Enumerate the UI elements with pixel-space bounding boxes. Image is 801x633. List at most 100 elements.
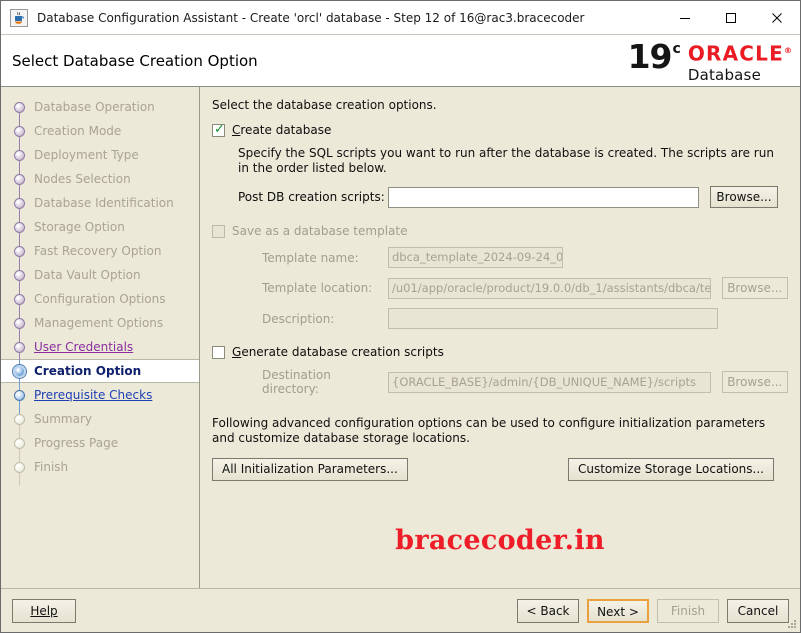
sidebar-item-progress-page[interactable]: Progress Page — [1, 431, 199, 455]
generate-scripts-label: Generate database creation scripts — [232, 345, 444, 359]
help-button-label: Help — [30, 603, 58, 618]
sidebar-item-label: Fast Recovery Option — [34, 244, 162, 258]
create-database-label-text: reate database — [240, 123, 332, 137]
minimize-icon[interactable] — [662, 1, 708, 34]
template-location-browse-button[interactable]: Browse... — [721, 277, 788, 299]
logo-version: 19 — [627, 37, 673, 76]
step-navigation-sidebar: Database Operation Creation Mode Deploym… — [1, 87, 200, 588]
step-node-icon — [14, 149, 25, 161]
template-name-row: Template name: dbca_template_2024-09-24_… — [238, 247, 788, 268]
generate-scripts-label-text: enerate database creation scripts — [241, 345, 444, 359]
template-location-row: Template location: /u01/app/oracle/produ… — [238, 277, 788, 299]
main-content: Select the database creation options. ✓ … — [200, 87, 800, 588]
destination-directory-label: Destination directory: — [262, 368, 331, 396]
sidebar-item-deployment-type[interactable]: Deployment Type — [1, 143, 199, 167]
page-title: Select Database Creation Option — [12, 51, 258, 70]
post-db-scripts-input[interactable] — [388, 186, 699, 208]
dbca-window: Database Configuration Assistant - Creat… — [0, 0, 801, 633]
save-template-label: Save as a database template — [232, 224, 408, 238]
sidebar-item-database-operation[interactable]: Database Operation — [1, 95, 199, 119]
template-description-input[interactable] — [388, 308, 718, 329]
customize-storage-locations-button[interactable]: Customize Storage Locations... — [567, 458, 774, 481]
help-button[interactable]: Help — [12, 598, 76, 623]
step-node-icon — [14, 389, 25, 401]
step-node-icon — [14, 317, 25, 329]
body-area: Database Operation Creation Mode Deploym… — [1, 87, 800, 588]
page-header: Select Database Creation Option 19 c ORA… — [1, 35, 800, 87]
advanced-buttons-row: All Initialization Parameters... Customi… — [212, 458, 774, 481]
maximize-icon[interactable] — [708, 1, 754, 34]
logo-version-suffix: c — [672, 41, 681, 57]
sidebar-item-label: Database Operation — [34, 100, 155, 114]
step-node-icon — [14, 173, 25, 185]
destination-directory-browse-button[interactable]: Browse... — [721, 371, 788, 393]
sidebar-item-label: Prerequisite Checks — [34, 388, 153, 402]
create-database-description: Specify the SQL scripts you want to run … — [238, 146, 774, 175]
sidebar-item-label: User Credentials — [34, 340, 134, 354]
sidebar-item-creation-option[interactable]: Creation Option — [1, 359, 199, 383]
generate-scripts-checkbox[interactable] — [212, 345, 225, 359]
all-initialization-parameters-button[interactable]: All Initialization Parameters... — [212, 458, 408, 481]
save-template-checkbox[interactable] — [212, 224, 225, 238]
sidebar-item-database-identification[interactable]: Database Identification — [1, 191, 199, 215]
save-template-checkbox-row[interactable]: Save as a database template — [212, 224, 788, 238]
sidebar-item-storage-option[interactable]: Storage Option — [1, 215, 199, 239]
template-location-label: Template location: — [262, 281, 373, 295]
sidebar-item-label: Nodes Selection — [34, 172, 131, 186]
check-icon: ✓ — [214, 121, 225, 137]
step-list: Database Operation Creation Mode Deploym… — [1, 95, 199, 486]
window-controls — [662, 1, 800, 34]
oracle-database-logo: 19 c ORACLE® Database — [628, 39, 792, 85]
logo-brand: ORACLE® — [688, 40, 792, 65]
window-title: Database Configuration Assistant - Creat… — [37, 10, 585, 25]
step-node-icon — [14, 221, 25, 233]
sidebar-item-user-credentials[interactable]: User Credentials — [1, 335, 199, 359]
step-node-icon — [13, 364, 26, 378]
sidebar-item-management-options[interactable]: Management Options — [1, 311, 199, 335]
sidebar-item-prerequisite-checks[interactable]: Prerequisite Checks — [1, 383, 199, 407]
sidebar-item-label: Creation Option — [34, 364, 142, 378]
template-location-input[interactable]: /u01/app/oracle/product/19.0.0/db_1/assi… — [388, 277, 711, 299]
intro-text: Select the database creation options. — [212, 98, 437, 112]
sidebar-item-label: Management Options — [34, 316, 164, 330]
logo-product: Database — [687, 65, 762, 84]
step-node-icon — [14, 197, 25, 209]
next-button[interactable]: Next > — [587, 598, 649, 623]
sidebar-item-label: Deployment Type — [34, 148, 139, 162]
create-database-checkbox-row[interactable]: ✓ Create database — [212, 123, 788, 137]
resize-grip-icon[interactable] — [786, 618, 798, 630]
step-node-icon — [14, 101, 25, 113]
post-db-scripts-browse-button[interactable]: Browse... — [710, 186, 778, 208]
cancel-button[interactable]: Cancel — [727, 598, 789, 623]
close-icon[interactable] — [754, 1, 800, 34]
generate-scripts-checkbox-row[interactable]: Generate database creation scripts — [212, 345, 788, 359]
sidebar-item-finish[interactable]: Finish — [1, 455, 199, 479]
sidebar-item-creation-mode[interactable]: Creation Mode — [1, 119, 199, 143]
sidebar-item-label: Storage Option — [34, 220, 125, 234]
sidebar-item-fast-recovery-option[interactable]: Fast Recovery Option — [1, 239, 199, 263]
step-node-icon — [14, 245, 25, 257]
sidebar-item-summary[interactable]: Summary — [1, 407, 199, 431]
create-database-checkbox[interactable]: ✓ — [212, 121, 225, 137]
step-node-icon — [14, 293, 25, 305]
step-node-icon — [14, 461, 25, 473]
post-db-scripts-row: Post DB creation scripts: Browse... — [238, 186, 788, 208]
sidebar-item-data-vault-option[interactable]: Data Vault Option — [1, 263, 199, 287]
sidebar-item-label: Finish — [34, 460, 69, 474]
template-description-row: Description: — [238, 308, 788, 329]
dialog-footer: Help < Back Next > Finish Cancel — [1, 588, 800, 632]
template-description-label: Description: — [262, 311, 335, 326]
footer-actions: < Back Next > Finish Cancel — [517, 598, 789, 623]
template-name-label: Template name: — [262, 250, 359, 265]
sidebar-item-label: Creation Mode — [34, 124, 122, 138]
sidebar-item-label: Progress Page — [34, 436, 119, 450]
sidebar-item-configuration-options[interactable]: Configuration Options — [1, 287, 199, 311]
step-node-icon — [14, 341, 25, 353]
back-button[interactable]: < Back — [517, 598, 579, 623]
title-bar: Database Configuration Assistant - Creat… — [1, 1, 800, 35]
template-name-input[interactable]: dbca_template_2024-09-24_09-47-0 — [388, 247, 563, 268]
sidebar-item-label: Data Vault Option — [34, 268, 141, 282]
registered-icon: ® — [784, 46, 792, 55]
destination-directory-input[interactable]: {ORACLE_BASE}/admin/{DB_UNIQUE_NAME}/scr… — [388, 371, 711, 393]
sidebar-item-nodes-selection[interactable]: Nodes Selection — [1, 167, 199, 191]
